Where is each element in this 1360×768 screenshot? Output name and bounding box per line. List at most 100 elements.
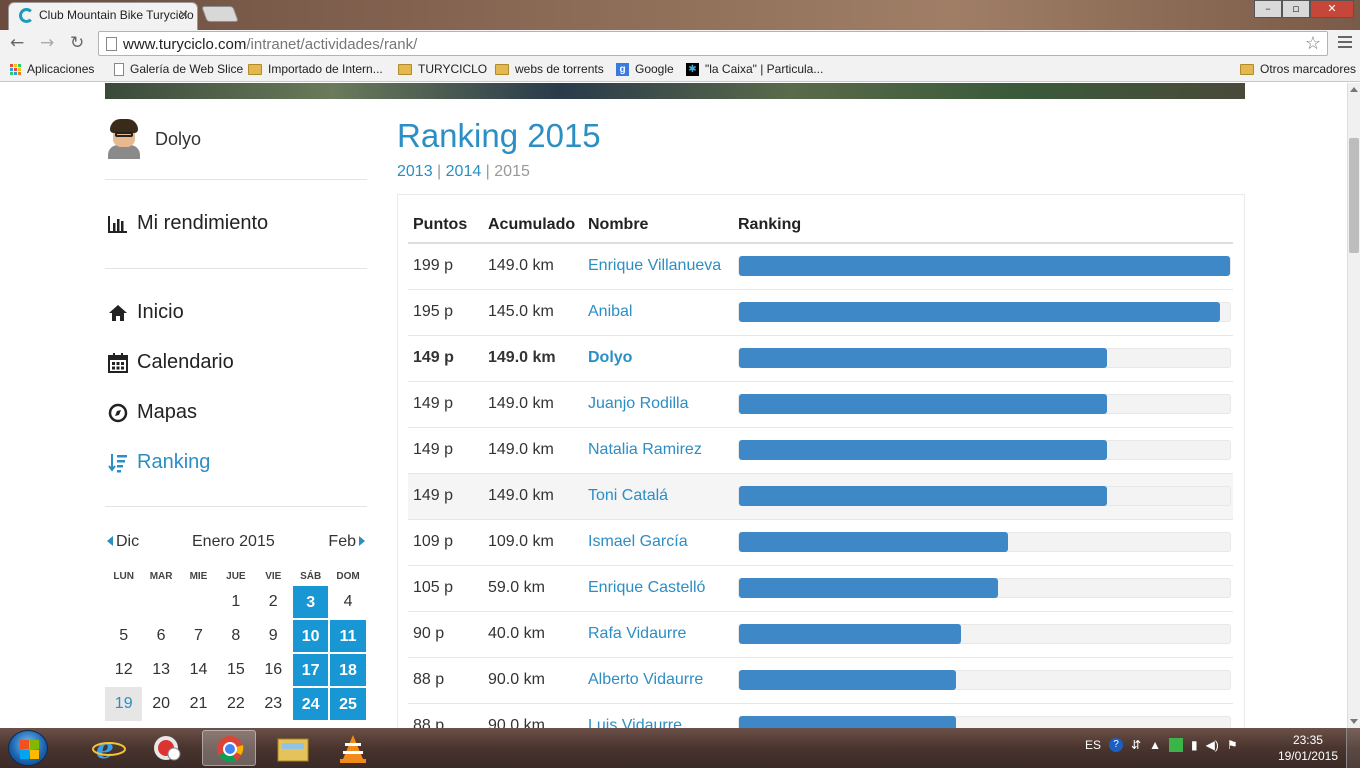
sidebar-item-calendario[interactable]: Calendario: [107, 351, 234, 374]
system-clock[interactable]: 23:35 19/01/2015: [1278, 732, 1338, 764]
calendar-day[interactable]: 24: [291, 687, 330, 721]
rider-name-link[interactable]: Enrique Villanueva: [583, 243, 733, 290]
rider-name-link[interactable]: Rafa Vidaurre: [583, 611, 733, 658]
flag-icon[interactable]: ⚑: [1227, 738, 1238, 752]
close-window-button[interactable]: ✕: [1310, 0, 1354, 18]
maximize-button[interactable]: ▫: [1282, 0, 1310, 18]
show-desktop-button[interactable]: [1346, 728, 1360, 768]
calendar-day[interactable]: 21: [180, 687, 217, 721]
calendar-day[interactable]: 20: [142, 687, 179, 721]
browser-tab[interactable]: Club Mountain Bike Turyciclo ✕: [8, 2, 198, 30]
page-scrollbar[interactable]: [1347, 83, 1360, 728]
calendar-day[interactable]: 15: [217, 653, 254, 687]
system-tray: ES ? ⇵ ▲ ▮ ◀) ⚑: [1085, 738, 1238, 752]
calendar-day[interactable]: 19: [105, 687, 143, 721]
volume-icon[interactable]: ◀): [1206, 738, 1219, 752]
tray-app-icon[interactable]: [1168, 738, 1183, 752]
calendar-day[interactable]: 7: [180, 619, 217, 653]
calendar-day[interactable]: 23: [255, 687, 292, 721]
calendar-day[interactable]: 10: [291, 619, 330, 653]
calendar-day[interactable]: 16: [255, 653, 292, 687]
file-explorer-icon[interactable]: [266, 730, 320, 766]
bookmark-apps[interactable]: Aplicaciones: [10, 62, 94, 76]
year-link-2014[interactable]: 2014: [446, 163, 482, 180]
rider-name-link[interactable]: Anibal: [583, 289, 733, 336]
show-hidden-icons-icon[interactable]: ▲: [1149, 738, 1161, 752]
internet-explorer-icon[interactable]: e: [82, 730, 136, 766]
rider-name-link[interactable]: Dolyo: [583, 335, 733, 382]
chrome-taskbar-icon[interactable]: [202, 730, 256, 766]
rider-name-link[interactable]: Toni Catalá: [583, 473, 733, 520]
calendar-day[interactable]: 9: [255, 619, 292, 653]
calendar-day[interactable]: 1: [217, 585, 254, 619]
calendar-day[interactable]: 6: [142, 619, 179, 653]
sidebar-item-performance[interactable]: Mi rendimiento: [107, 212, 268, 235]
bookmark-torrents[interactable]: webs de torrents: [495, 62, 604, 76]
calendar-weekday: MIE: [189, 571, 208, 582]
forward-arrow-icon[interactable]: →: [40, 33, 54, 53]
calendar-day[interactable]: 13: [142, 653, 179, 687]
user-profile[interactable]: Dolyo: [107, 119, 201, 159]
accumulated-cell: 149.0 km: [483, 243, 583, 290]
chrome-menu-icon[interactable]: [1338, 36, 1352, 51]
calendar-next-button[interactable]: Feb: [328, 533, 365, 551]
start-button[interactable]: [8, 730, 48, 766]
network-icon[interactable]: ⇵: [1131, 738, 1141, 752]
address-bar[interactable]: www.turyciclo.com/intranet/actividades/r…: [98, 31, 1328, 56]
points-cell: 88 p: [408, 703, 483, 728]
tab-close-icon[interactable]: ✕: [178, 7, 189, 23]
rider-name-link[interactable]: Ismael García: [583, 519, 733, 566]
reload-icon[interactable]: ↻: [70, 33, 84, 53]
scroll-down-icon[interactable]: [1350, 719, 1358, 724]
page-title: Ranking 2015: [397, 117, 601, 154]
back-arrow-icon[interactable]: ←: [10, 33, 24, 53]
help-icon[interactable]: ?: [1109, 738, 1124, 752]
calendar-day[interactable]: 14: [180, 653, 217, 687]
calendar-day[interactable]: 4: [329, 585, 366, 619]
rider-name-link[interactable]: Natalia Ramirez: [583, 427, 733, 474]
bookmark-google[interactable]: g Google: [616, 62, 674, 76]
vlc-icon[interactable]: [326, 730, 380, 766]
ranking-bar: [738, 670, 1231, 690]
minimize-button[interactable]: –: [1254, 0, 1282, 18]
media-player-icon[interactable]: [142, 730, 196, 766]
power-icon[interactable]: ▮: [1191, 738, 1198, 752]
rider-name-link[interactable]: Luis Vidaurre: [583, 703, 733, 728]
bookmark-star-icon[interactable]: ☆: [1305, 33, 1321, 54]
rider-name-link[interactable]: Juanjo Rodilla: [583, 381, 733, 428]
calendar-day[interactable]: 25: [329, 687, 367, 721]
sidebar-item-ranking[interactable]: Ranking: [107, 451, 210, 474]
bookmark-turyciclo[interactable]: TURYCICLO: [398, 62, 487, 76]
calendar-day[interactable]: 3: [291, 585, 330, 619]
ranking-bar-cell: [733, 335, 1233, 382]
sidebar-item-inicio[interactable]: Inicio: [107, 301, 184, 324]
calendar-day[interactable]: 2: [255, 585, 292, 619]
rider-name-link[interactable]: Alberto Vidaurre: [583, 657, 733, 704]
calendar-day[interactable]: 11: [329, 619, 367, 653]
points-cell: 195 p: [408, 289, 483, 336]
calendar-day[interactable]: 5: [105, 619, 142, 653]
language-indicator[interactable]: ES: [1085, 738, 1101, 752]
calendar-prev-button[interactable]: Dic: [107, 533, 139, 551]
bookmark-web-slice[interactable]: Galería de Web Slice: [114, 62, 243, 76]
sidebar-item-mapas[interactable]: Mapas: [107, 401, 197, 424]
sidebar-divider: [105, 506, 367, 507]
calendar-day[interactable]: 18: [329, 653, 367, 687]
table-row: 149 p 149.0 km Natalia Ramirez: [408, 427, 1233, 474]
new-tab-button[interactable]: [201, 6, 239, 22]
points-cell: 88 p: [408, 657, 483, 704]
year-link-2013[interactable]: 2013: [397, 163, 433, 180]
rider-name-link[interactable]: Enrique Castelló: [583, 565, 733, 612]
calendar-day[interactable]: 12: [105, 653, 142, 687]
bookmark-la-caixa[interactable]: ✱ "la Caixa" | Particula...: [686, 62, 823, 76]
bookmark-imported[interactable]: Importado de Intern...: [248, 62, 383, 76]
accumulated-cell: 40.0 km: [483, 611, 583, 658]
bookmark-other[interactable]: Otros marcadores: [1240, 62, 1356, 76]
ranking-bar-fill: [739, 302, 1221, 322]
accumulated-cell: 149.0 km: [483, 381, 583, 428]
scrollbar-thumb[interactable]: [1349, 138, 1359, 253]
scroll-up-icon[interactable]: [1350, 87, 1358, 92]
calendar-day[interactable]: 8: [217, 619, 254, 653]
calendar-day[interactable]: 17: [291, 653, 330, 687]
calendar-day[interactable]: 22: [217, 687, 254, 721]
